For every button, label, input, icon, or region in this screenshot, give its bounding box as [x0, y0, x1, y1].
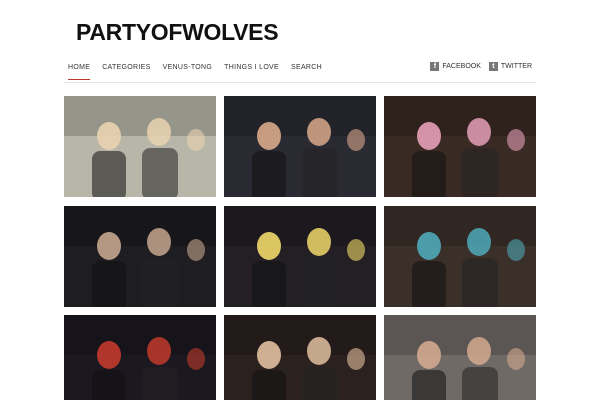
photo-pink-feather-costume[interactable] — [384, 96, 536, 197]
social-links: f FACEBOOK t TWITTER — [422, 62, 532, 71]
facebook-link[interactable]: f FACEBOOK — [430, 62, 481, 71]
photo-pool-party[interactable] — [384, 206, 536, 307]
twitter-label: TWITTER — [500, 63, 532, 70]
photo-two-men-posing[interactable] — [224, 96, 376, 197]
header-divider — [64, 82, 536, 83]
nav-item-search[interactable]: SEARCH — [291, 64, 322, 80]
photo-two-women-drinks[interactable] — [224, 315, 376, 400]
nav-item-venus-tong[interactable]: VENUS-TONG — [163, 64, 213, 80]
nav-item-home[interactable]: HOME — [68, 64, 91, 80]
nav-item-categories[interactable]: CATEGORIES — [102, 64, 150, 80]
photo-woman-sunglasses[interactable] — [384, 315, 536, 400]
main-nav: HOME CATEGORIES VENUS-TONG THINGS I LOVE… — [68, 64, 334, 80]
photo-hugging-couple[interactable] — [64, 206, 216, 307]
photo-red-dress-dancer[interactable] — [64, 315, 216, 400]
facebook-icon: f — [430, 62, 440, 71]
facebook-label: FACEBOOK — [442, 63, 481, 70]
photo-blonde-superhero-costume[interactable] — [224, 206, 376, 307]
photo-three-friends-graffiti[interactable] — [64, 96, 216, 197]
nav-item-things-i-love[interactable]: THINGS I LOVE — [224, 64, 279, 80]
site-logo[interactable]: PARTYOFWOLVES — [76, 19, 279, 46]
twitter-icon: t — [488, 62, 498, 71]
twitter-link[interactable]: t TWITTER — [488, 62, 532, 71]
